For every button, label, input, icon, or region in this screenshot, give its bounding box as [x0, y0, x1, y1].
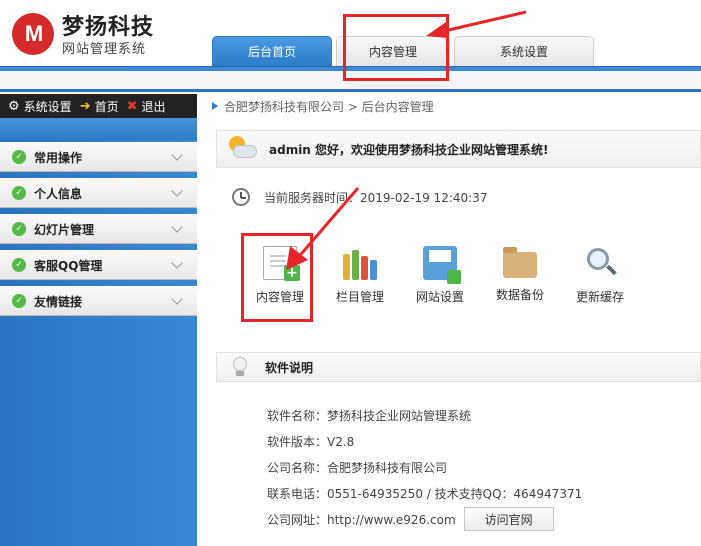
tab-home[interactable]: 后台首页: [212, 36, 332, 66]
admin-page: M 梦扬科技 网站管理系统 后台首页 内容管理 系统设置 ⚙ 系统设置 ➜ 首页…: [0, 0, 701, 546]
folder-icon: [503, 247, 537, 278]
tab-system-settings[interactable]: 系统设置: [454, 36, 594, 66]
sidebar-item-label: 常用操作: [34, 150, 83, 165]
close-icon: ✖: [126, 98, 138, 114]
info-row-website: 公司网址：http://www.e926.com 访问官网: [267, 506, 582, 532]
sidebar-item-links[interactable]: ✓ 友情链接: [0, 286, 197, 316]
exit-label: 退出: [141, 99, 166, 114]
software-info-list: 软件名称：梦扬科技企业网站管理系统 软件版本：V2.8 公司名称：合肥梦扬科技有…: [267, 402, 582, 532]
welcome-text: admin 您好，欢迎使用梦扬科技企业网站管理系统!: [269, 142, 549, 157]
settings-link[interactable]: ⚙ 系统设置: [8, 98, 72, 115]
home-link[interactable]: ➜ 首页: [80, 98, 119, 115]
sidebar-item-slides[interactable]: ✓ 幻灯片管理: [0, 214, 197, 244]
quick-data-backup[interactable]: 数据备份: [480, 234, 560, 305]
check-icon: ✓: [12, 186, 26, 200]
exit-link[interactable]: ✖ 退出: [127, 98, 166, 115]
brand-subtitle: 网站管理系统: [62, 42, 147, 57]
check-icon: ✓: [12, 294, 26, 308]
sidebar-item-label: 友情链接: [34, 294, 83, 309]
software-info-header: 软件说明: [216, 352, 701, 382]
chevron-down-icon: [171, 149, 183, 161]
quick-label: 网站设置: [415, 290, 464, 304]
visit-website-button[interactable]: 访问官网: [463, 507, 554, 531]
info-row-name: 软件名称：梦扬科技企业网站管理系统: [267, 408, 472, 423]
magnifier-icon: [583, 246, 617, 280]
website-text: 公司网址：http://www.e926.com: [267, 512, 456, 527]
breadcrumb: 合肥梦扬科技有限公司 > 后台内容管理: [206, 94, 701, 118]
quick-label: 更新缓存: [575, 290, 624, 304]
chevron-down-icon: [171, 221, 183, 233]
home-label: 首页: [94, 99, 119, 114]
gear-icon: ⚙: [8, 98, 20, 114]
check-icon: ✓: [12, 150, 26, 164]
quick-update-cache[interactable]: 更新缓存: [560, 234, 640, 305]
settings-label: 系统设置: [23, 99, 72, 114]
chevron-down-icon: [171, 185, 183, 197]
software-info-title: 软件说明: [265, 360, 314, 375]
floppy-icon: [423, 246, 461, 284]
check-icon: ✓: [12, 222, 26, 236]
lightbulb-icon: [233, 357, 247, 377]
logo-mark: M: [12, 13, 54, 55]
annotation-arrow-quick: [286, 187, 360, 270]
chevron-down-icon: [171, 257, 183, 269]
quick-label: 栏目管理: [335, 290, 384, 304]
sidebar-item-label: 幻灯片管理: [34, 222, 95, 237]
annotation-arrow-top: [426, 10, 527, 38]
info-row-company: 公司名称：合肥梦扬科技有限公司: [267, 460, 448, 475]
breadcrumb-text: 合肥梦扬科技有限公司 > 后台内容管理: [224, 99, 434, 114]
top-toolbar: ⚙ 系统设置 ➜ 首页 ✖ 退出: [0, 94, 197, 118]
quick-site-settings[interactable]: 网站设置: [400, 234, 480, 305]
sidebar-item-qq-support[interactable]: ✓ 客服QQ管理: [0, 250, 197, 280]
weather-icon: [225, 136, 259, 162]
quick-label: 数据备份: [495, 288, 544, 302]
clock-icon: [232, 188, 250, 206]
welcome-panel: admin 您好，欢迎使用梦扬科技企业网站管理系统!: [216, 130, 701, 168]
chevron-down-icon: [171, 293, 183, 305]
home-icon: ➜: [79, 98, 91, 114]
breadcrumb-arrow-icon: [212, 102, 218, 110]
info-row-version: 软件版本：V2.8: [267, 434, 355, 449]
sidebar-item-profile[interactable]: ✓ 个人信息: [0, 178, 197, 208]
check-icon: ✓: [12, 258, 26, 272]
sidebar-item-label: 个人信息: [34, 186, 83, 201]
brand-title: 梦扬科技: [62, 15, 155, 40]
sidebar-item-label: 客服QQ管理: [34, 258, 103, 273]
sidebar-item-common[interactable]: ✓ 常用操作: [0, 142, 197, 172]
info-row-contact: 联系电话：0551-64935250 / 技术支持QQ：464947371: [267, 486, 583, 501]
